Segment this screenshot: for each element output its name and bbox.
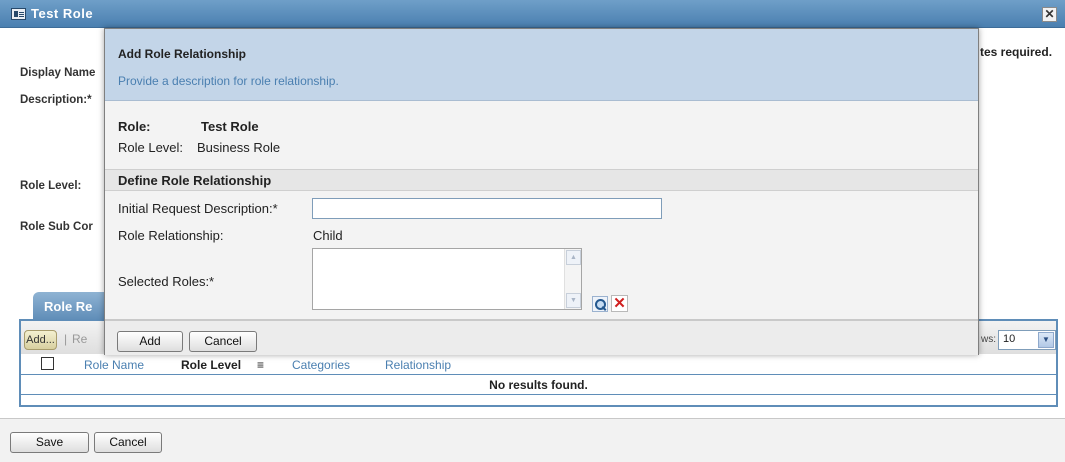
column-role-name[interactable]: Role Name xyxy=(84,358,144,372)
red-x-icon[interactable]: ✕ xyxy=(611,295,628,312)
rows-per-page-label: ws: xyxy=(981,334,996,345)
chevron-down-icon[interactable]: ▼ xyxy=(1038,332,1054,348)
dialog-footer: Add Cancel xyxy=(105,319,978,355)
display-name-label: Display Name xyxy=(20,67,96,79)
magnifier-icon[interactable] xyxy=(592,296,608,312)
relationship-label: Role Relationship: xyxy=(118,228,224,243)
initial-request-label: Initial Request Description:* xyxy=(118,201,278,216)
tab-label: Role Re xyxy=(44,299,93,314)
dialog-cancel-button[interactable]: Cancel xyxy=(189,331,257,352)
role-window-icon xyxy=(11,8,26,20)
selected-roles-listbox[interactable]: ▲ ▼ xyxy=(312,248,582,310)
role-sub-container-label: Role Sub Cor xyxy=(20,221,93,233)
window-titlebar: Test Role ✕ xyxy=(0,0,1065,28)
required-fields-note: tes required. xyxy=(980,45,1053,59)
window-footer: Save Cancel xyxy=(0,418,1065,462)
dialog-title: Add Role Relationship xyxy=(118,47,247,61)
close-icon[interactable]: ✕ xyxy=(1042,7,1057,22)
rows-per-page-select[interactable]: 10 ▼ xyxy=(998,330,1056,350)
section-title: Define Role Relationship xyxy=(118,173,272,188)
relationship-value: Child xyxy=(313,228,343,243)
empty-results-message: No results found. xyxy=(21,374,1056,395)
listbox-scrollbar[interactable]: ▲ ▼ xyxy=(564,249,581,309)
add-role-relationship-dialog: Add Role Relationship Provide a descript… xyxy=(104,28,979,355)
description-label: Description:* xyxy=(20,94,92,106)
role-level-label: Role Level: xyxy=(20,180,82,192)
scroll-up-icon[interactable]: ▲ xyxy=(566,250,581,265)
role-level-value: Business Role xyxy=(197,140,281,155)
remove-relationship-link[interactable]: Re xyxy=(72,332,87,346)
dialog-header: Add Role Relationship Provide a descript… xyxy=(105,29,978,101)
column-relationship[interactable]: Relationship xyxy=(385,358,451,372)
cancel-button[interactable]: Cancel xyxy=(94,432,162,453)
window-title: Test Role xyxy=(31,6,94,21)
role-label: Role: xyxy=(118,119,151,134)
dialog-add-button[interactable]: Add xyxy=(117,331,183,352)
toolbar-separator: | xyxy=(64,332,68,346)
save-button[interactable]: Save xyxy=(10,432,89,453)
select-all-checkbox[interactable] xyxy=(41,357,54,370)
column-role-level[interactable]: Role Level xyxy=(181,358,241,372)
initial-request-input[interactable] xyxy=(312,198,662,219)
column-categories[interactable]: Categories xyxy=(292,358,350,372)
role-value: Test Role xyxy=(201,119,259,134)
role-level-label: Role Level: xyxy=(118,140,184,155)
rows-per-page-value: 10 xyxy=(1003,333,1016,345)
dialog-subtitle: Provide a description for role relations… xyxy=(118,74,339,88)
selected-roles-label: Selected Roles:* xyxy=(118,274,215,289)
add-relationship-button[interactable]: Add... xyxy=(24,330,57,350)
scroll-down-icon[interactable]: ▼ xyxy=(566,293,581,308)
grid-header-row: Role Name Role Level ≡ Categories Relati… xyxy=(21,354,1056,374)
sort-indicator-icon: ≡ xyxy=(257,358,265,372)
define-relationship-section: Define Role Relationship xyxy=(105,169,978,191)
